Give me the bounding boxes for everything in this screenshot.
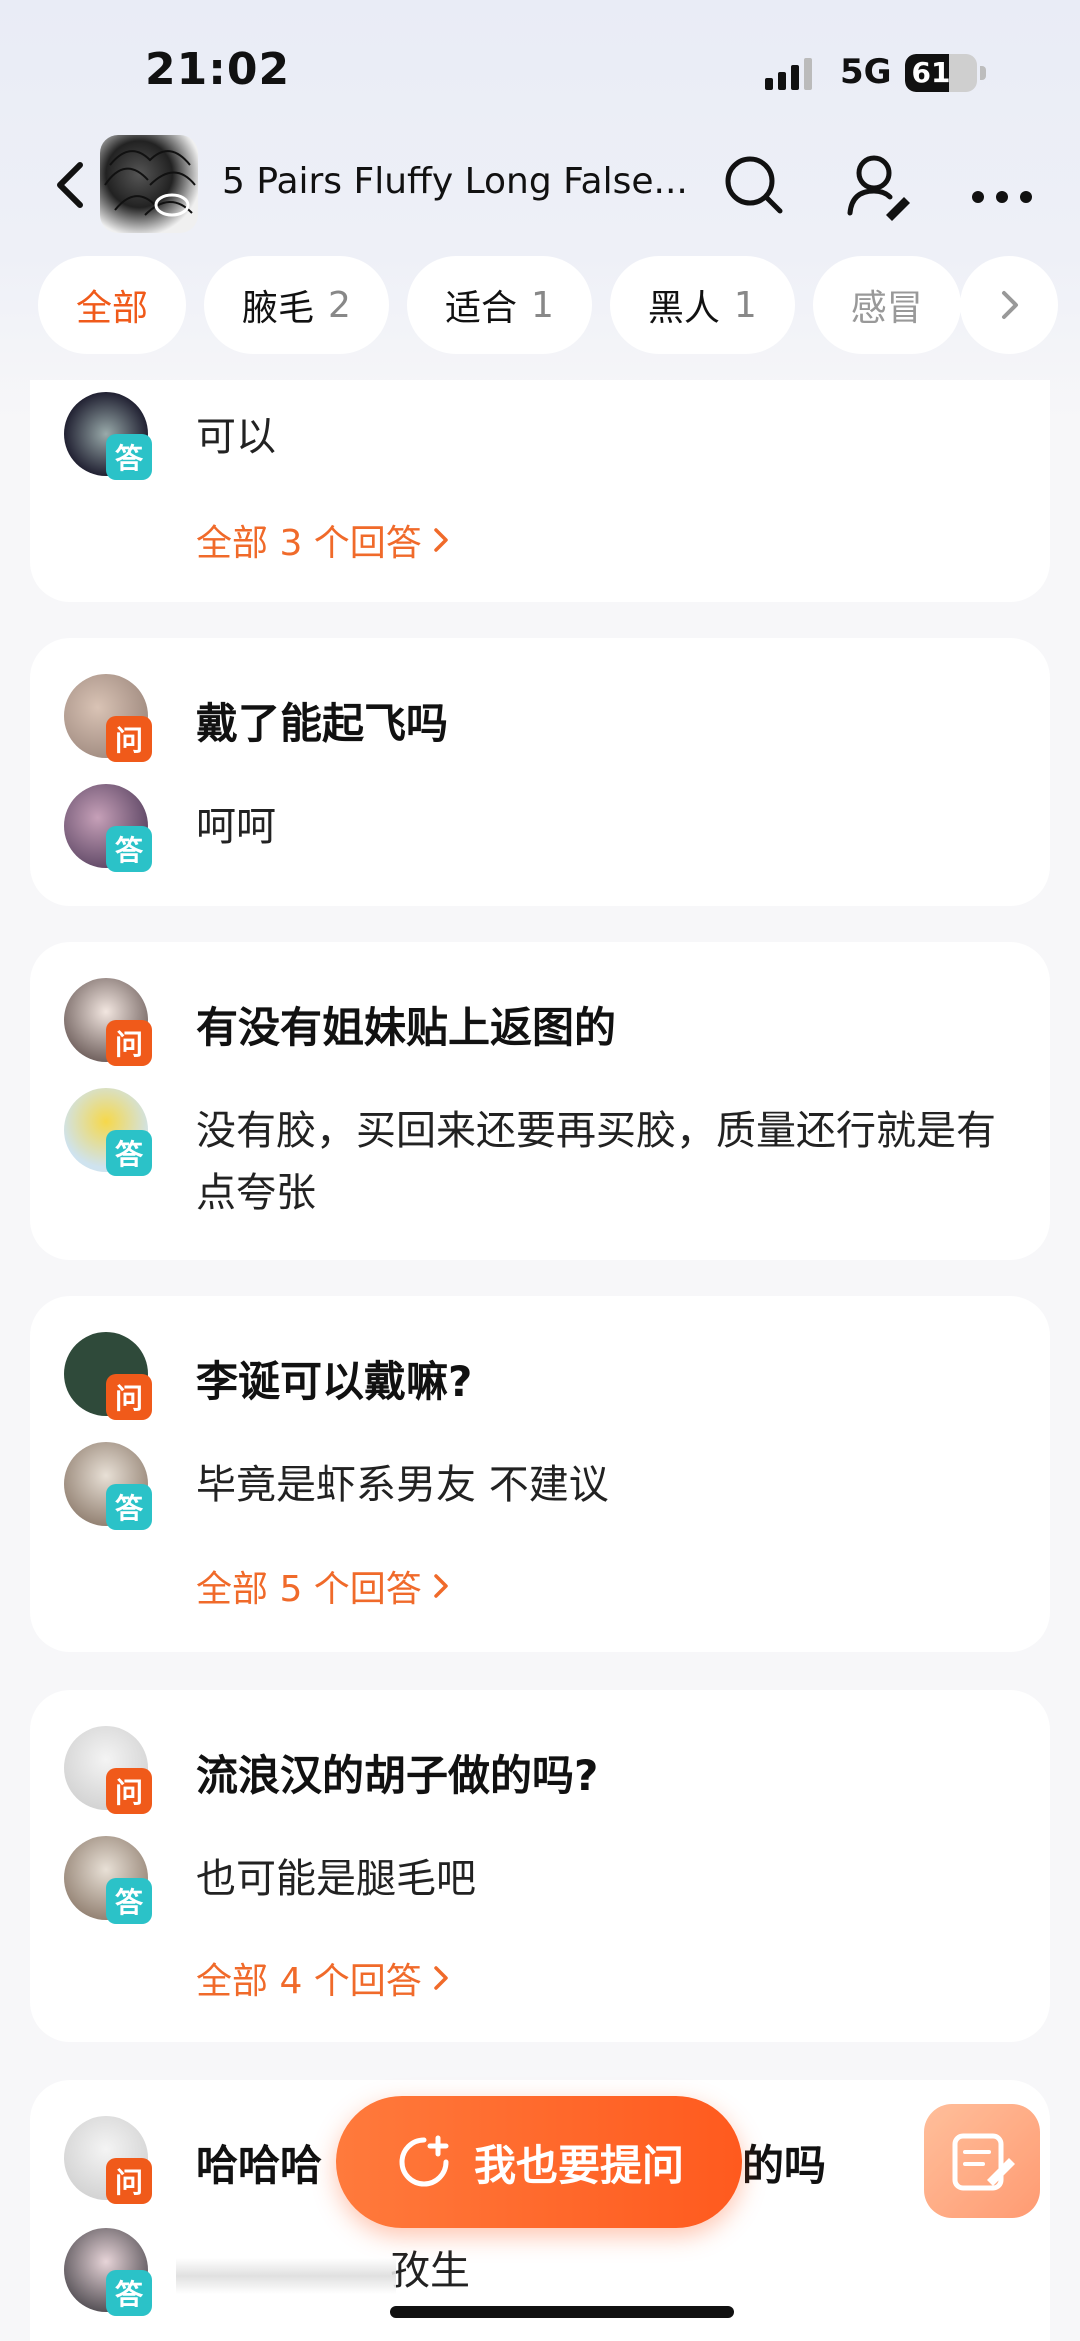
chevron-right-icon — [434, 1966, 448, 1990]
avatar: 答 — [64, 2228, 152, 2316]
answer-row: 答 — [64, 784, 152, 872]
answer-badge: 答 — [106, 1130, 152, 1176]
avatar: 答 — [64, 1442, 152, 1530]
question-text: 李诞可以戴嘛? — [196, 1357, 473, 1406]
question-row: 问 — [64, 1726, 152, 1814]
all-answers-link[interactable]: 全部 3 个回答 — [196, 514, 450, 566]
question-row: 问 — [64, 2116, 152, 2204]
question-text: 戴了能起飞吗 — [196, 699, 449, 748]
avatar: 答 — [64, 1836, 152, 1924]
answer-row: 答 — [64, 2228, 152, 2316]
qa-card[interactable]: 问 戴了能起飞吗 答 呵呵 — [30, 638, 1050, 906]
answer-badge: 答 — [106, 826, 152, 872]
chip-label: 感冒 — [850, 288, 923, 329]
user-follow-icon[interactable] — [842, 149, 914, 221]
question-text: 流浪汉的胡子做的吗? — [196, 1751, 599, 1800]
question-text-left: 哈哈哈 — [196, 2141, 323, 2190]
chevron-right-icon — [434, 528, 448, 552]
answer-text: 没有胶，买回来还要再买胶，质量还行就是有点夸张 — [196, 1108, 996, 1216]
avatar: 问 — [64, 978, 152, 1066]
status-bar: 21:02 5G 61 — [0, 0, 1080, 140]
question-text-right: 的吗 — [742, 2141, 827, 2190]
all-answers-link[interactable]: 全部 4 个回答 — [196, 1952, 450, 2004]
chip-count: 1 — [530, 284, 554, 326]
question-row: 问 — [64, 1332, 152, 1420]
ask-icon — [399, 2135, 449, 2187]
question-badge: 问 — [106, 1768, 152, 1814]
answer-badge: 答 — [106, 434, 152, 480]
chip-label: 适合 — [444, 288, 517, 329]
avatar: 问 — [64, 674, 152, 762]
signal-icon — [765, 58, 812, 90]
avatar: 答 — [64, 392, 152, 480]
answer-badge: 答 — [106, 1484, 152, 1530]
avatar: 答 — [64, 1088, 152, 1176]
question-badge: 问 — [106, 2158, 152, 2204]
home-indicator[interactable] — [390, 2306, 734, 2318]
chip-count: 1 — [733, 284, 757, 326]
answer-badge: 答 — [106, 1878, 152, 1924]
qa-card[interactable]: 问 流浪汉的胡子做的吗? 答 也可能是腿毛吧 全部 4 个回答 — [30, 1690, 1050, 2042]
avatar: 问 — [64, 1332, 152, 1420]
qa-card[interactable]: 答 可以 全部 3 个回答 — [30, 380, 1050, 602]
question-badge: 问 — [106, 1020, 152, 1066]
avatar: 问 — [64, 1726, 152, 1814]
answer-text: 也可能是腿毛吧 — [196, 1856, 476, 1902]
question-badge: 问 — [106, 1374, 152, 1420]
more-icon[interactable] — [966, 149, 1038, 221]
chip-cold[interactable]: 感冒 — [812, 256, 961, 354]
blurred-text — [176, 2258, 396, 2294]
product-thumbnail[interactable] — [100, 135, 198, 233]
answer-text: 呵呵 — [196, 804, 276, 850]
chip-label: 全部 — [76, 288, 149, 329]
ask-question-button[interactable]: 我也要提问 — [336, 2096, 742, 2228]
status-time: 21:02 — [145, 44, 291, 95]
battery-tip — [980, 66, 986, 80]
chip-suitable[interactable]: 适合 1 — [406, 256, 592, 354]
chevron-right-icon — [1002, 291, 1018, 319]
question-row: 问 — [64, 674, 152, 762]
ask-question-label: 我也要提问 — [473, 2140, 684, 2190]
answer-row: 答 — [64, 1836, 152, 1924]
all-answers-label: 全部 5 个回答 — [196, 1569, 422, 1610]
all-answers-link[interactable]: 全部 5 个回答 — [196, 1560, 450, 1612]
answer-row: 答 — [64, 1442, 152, 1530]
qa-card[interactable]: 问 有没有姐妹贴上返图的 答 没有胶，买回来还要再买胶，质量还行就是有点夸张 — [30, 942, 1050, 1260]
answer-text: 毕竟是虾系男友 不建议 — [196, 1462, 609, 1508]
chip-label: 腋毛 — [242, 288, 315, 329]
battery-icon: 61 — [905, 54, 977, 92]
filter-chips: 全部 腋毛 2 适合 1 黑人 1 感冒 — [38, 256, 961, 354]
chevron-right-icon — [434, 1574, 448, 1598]
answer-row: 答 — [64, 392, 152, 480]
answer-text: 可以 — [196, 414, 276, 460]
qa-card[interactable]: 问 李诞可以戴嘛? 答 毕竟是虾系男友 不建议 全部 5 个回答 — [30, 1296, 1050, 1652]
answer-badge: 答 — [106, 2270, 152, 2316]
chip-armpit[interactable]: 腋毛 2 — [204, 256, 389, 354]
network-label: 5G — [840, 52, 892, 92]
answer-text: 孜生 — [390, 2248, 470, 2294]
avatar: 问 — [64, 2116, 152, 2204]
all-answers-label: 全部 3 个回答 — [196, 523, 422, 564]
question-row: 问 — [64, 978, 152, 1066]
chip-scroll-right-button[interactable] — [960, 256, 1058, 354]
all-answers-label: 全部 4 个回答 — [196, 1961, 422, 2002]
nav-bar: 5 Pairs Fluffy Long False... — [0, 135, 1080, 235]
chip-label: 黑人 — [647, 288, 720, 329]
search-icon[interactable] — [718, 149, 790, 221]
chip-all[interactable]: 全部 — [38, 256, 187, 354]
battery-level: 61 — [911, 56, 951, 89]
chip-count: 2 — [328, 284, 351, 326]
question-badge: 问 — [106, 716, 152, 762]
back-icon[interactable] — [48, 157, 98, 213]
avatar: 答 — [64, 784, 152, 872]
product-title[interactable]: 5 Pairs Fluffy Long False... — [222, 161, 688, 202]
note-icon[interactable] — [924, 2104, 1040, 2218]
question-text: 有没有姐妹贴上返图的 — [196, 1003, 617, 1052]
chip-black[interactable]: 黑人 1 — [609, 256, 795, 354]
answer-row: 答 — [64, 1088, 152, 1176]
